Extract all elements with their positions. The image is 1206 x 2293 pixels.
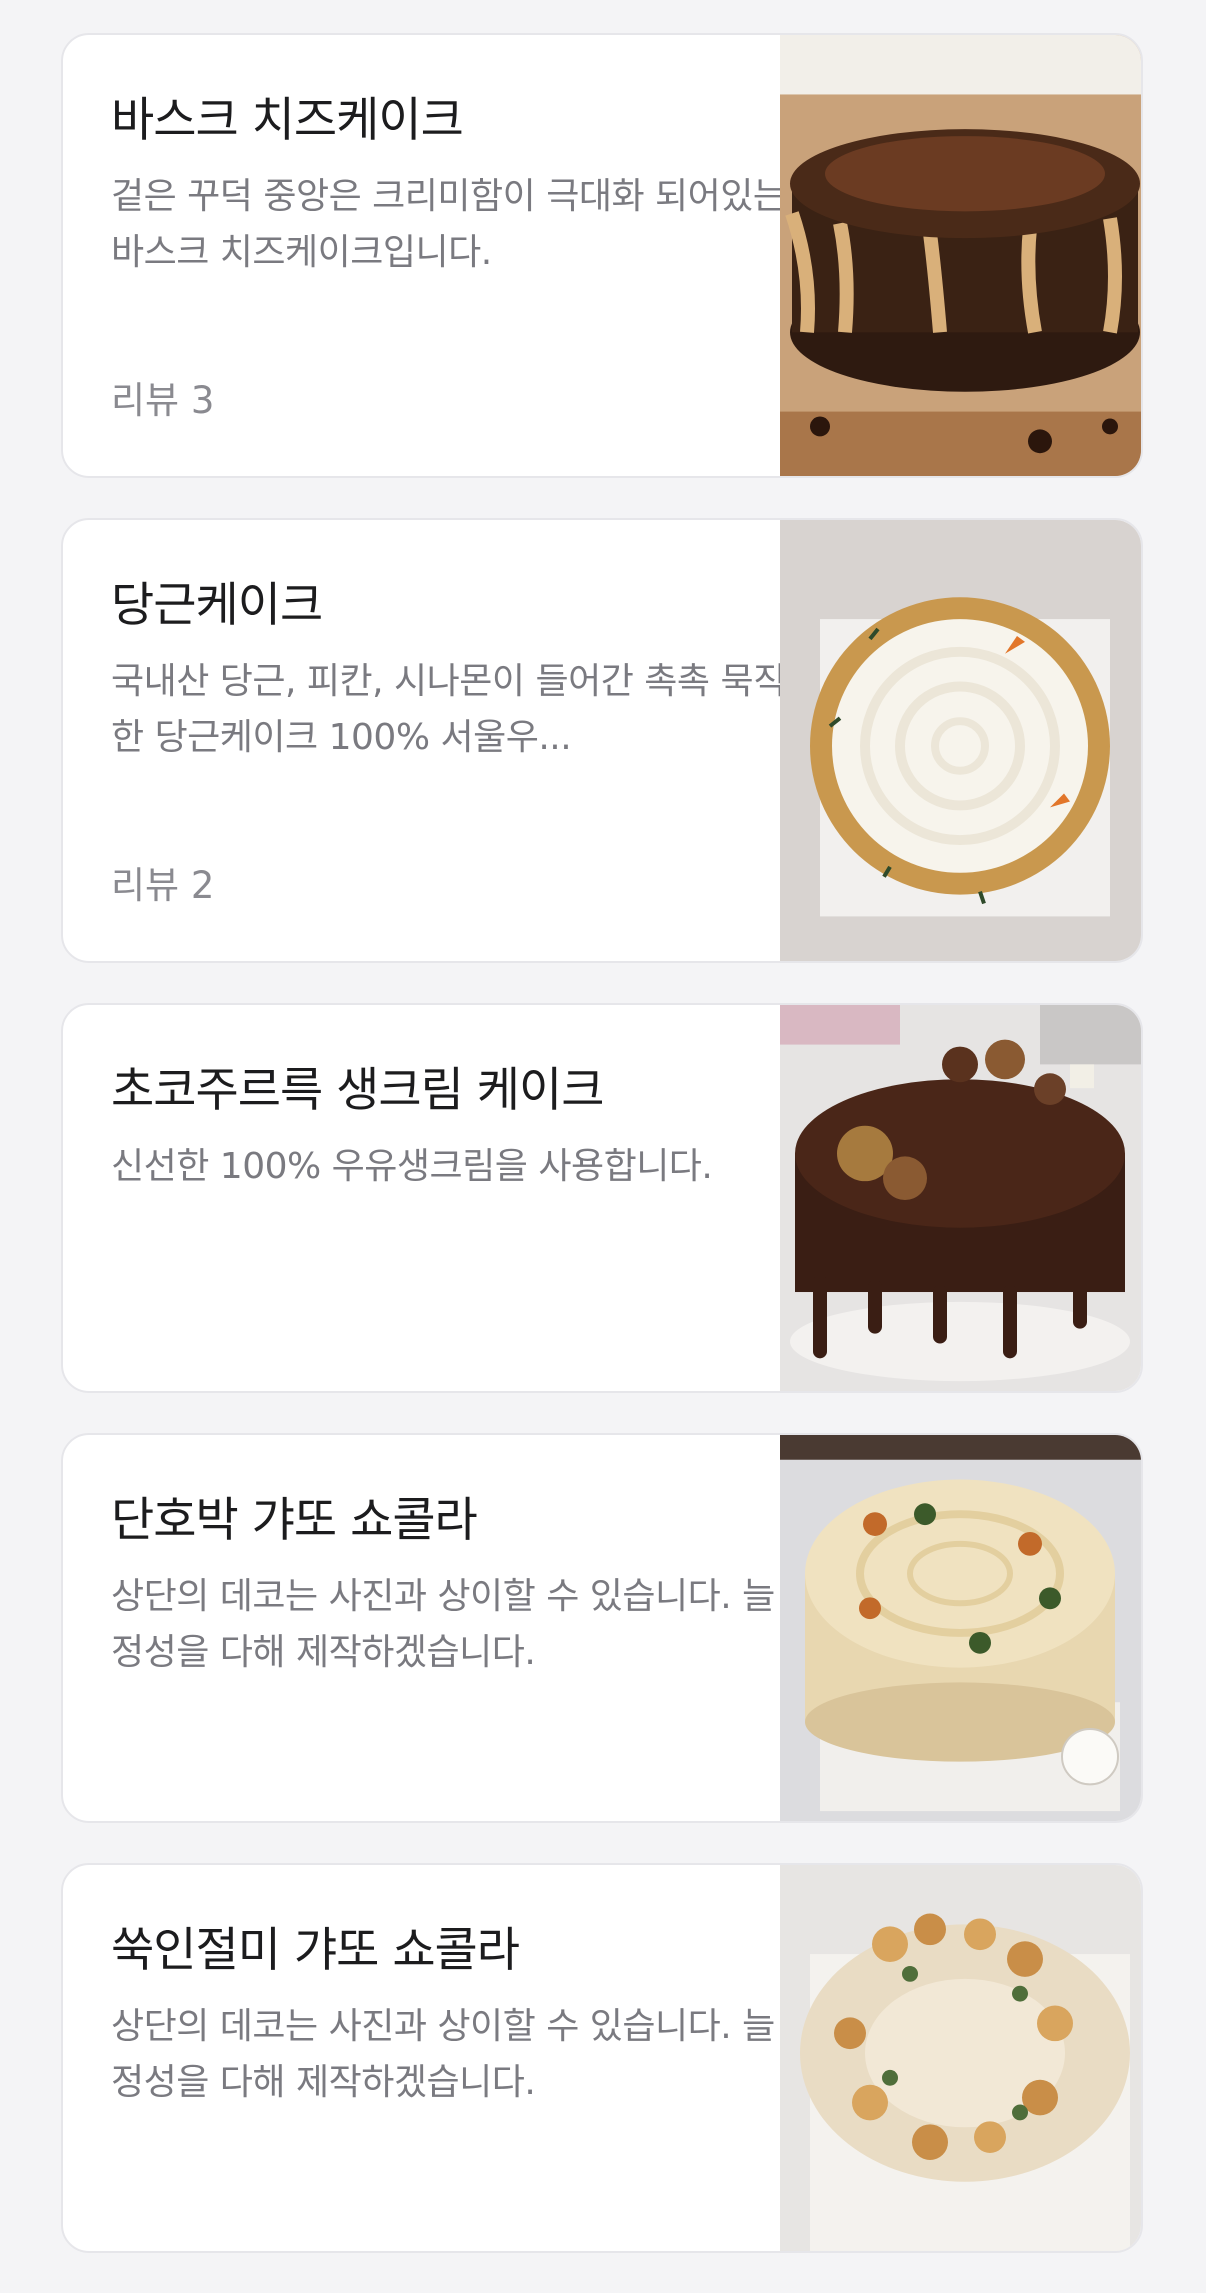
chocolate-drip-cake-photo: [780, 1005, 1141, 1391]
product-card-basque-cheesecake[interactable]: 바스크 치즈케이크 겉은 꾸덕 중앙은 크리미함이 극대화 되어있는 바스크 치…: [61, 33, 1143, 478]
product-card-text: 단호박 갸또 쇼콜라 상단의 데코는 사진과 상이할 수 있습니다. 늘 정성을…: [111, 1493, 801, 1681]
review-count: 리뷰 3: [111, 379, 215, 422]
pumpkin-gateau-chocolat-photo: [780, 1435, 1141, 1821]
mugwort-injeolmi-gateau-photo: [780, 1865, 1141, 2251]
product-title: 바스크 치즈케이크: [111, 93, 464, 148]
product-card-carrot-cake[interactable]: 당근케이크 국내산 당근, 피칸, 시나몬이 들어간 촉촉 묵직한 당근케이크 …: [61, 518, 1143, 963]
product-description: 상단의 데코는 사진과 상이할 수 있습니다. 늘 정성을 다해 제작하겠습니다…: [111, 1576, 775, 1674]
product-title: 쑥인절미 갸또 쇼콜라: [111, 1923, 520, 1978]
product-description: 신선한 100% 우유생크림을 사용합니다.: [111, 1146, 713, 1188]
product-card-chocolate-drip-cake[interactable]: 초코주르륵 생크림 케이크 신선한 100% 우유생크림을 사용합니다.: [61, 1003, 1143, 1393]
product-card-text: 초코주르륵 생크림 케이크 신선한 100% 우유생크림을 사용합니다.: [111, 1063, 801, 1251]
product-list: 바스크 치즈케이크 겉은 꾸덕 중앙은 크리미함이 극대화 되어있는 바스크 치…: [61, 33, 1145, 2293]
review-count: 리뷰 2: [111, 864, 215, 907]
product-card-text: 쑥인절미 갸또 쇼콜라 상단의 데코는 사진과 상이할 수 있습니다. 늘 정성…: [111, 1923, 801, 2111]
carrot-cake-photo: [780, 520, 1141, 961]
product-description: 겉은 꾸덕 중앙은 크리미함이 극대화 되어있는 바스크 치즈케이크입니다.: [111, 176, 786, 274]
basque-cheesecake-photo: [780, 35, 1141, 476]
product-description: 국내산 당근, 피칸, 시나몬이 들어간 촉촉 묵직한 당근케이크 100% 서…: [111, 661, 786, 759]
product-card-text: 당근케이크 국내산 당근, 피칸, 시나몬이 들어간 촉촉 묵직한 당근케이크 …: [111, 578, 801, 766]
product-card-pumpkin-gateau-chocolat[interactable]: 단호박 갸또 쇼콜라 상단의 데코는 사진과 상이할 수 있습니다. 늘 정성을…: [61, 1433, 1143, 1823]
product-title: 당근케이크: [111, 578, 323, 633]
product-title: 초코주르륵 생크림 케이크: [111, 1063, 605, 1118]
product-description: 상단의 데코는 사진과 상이할 수 있습니다. 늘 정성을 다해 제작하겠습니다…: [111, 2006, 775, 2104]
product-card-text: 바스크 치즈케이크 겉은 꾸덕 중앙은 크리미함이 극대화 되어있는 바스크 치…: [111, 93, 801, 281]
product-card-mugwort-injeolmi-gateau[interactable]: 쑥인절미 갸또 쇼콜라 상단의 데코는 사진과 상이할 수 있습니다. 늘 정성…: [61, 1863, 1143, 2253]
product-title: 단호박 갸또 쇼콜라: [111, 1493, 478, 1548]
